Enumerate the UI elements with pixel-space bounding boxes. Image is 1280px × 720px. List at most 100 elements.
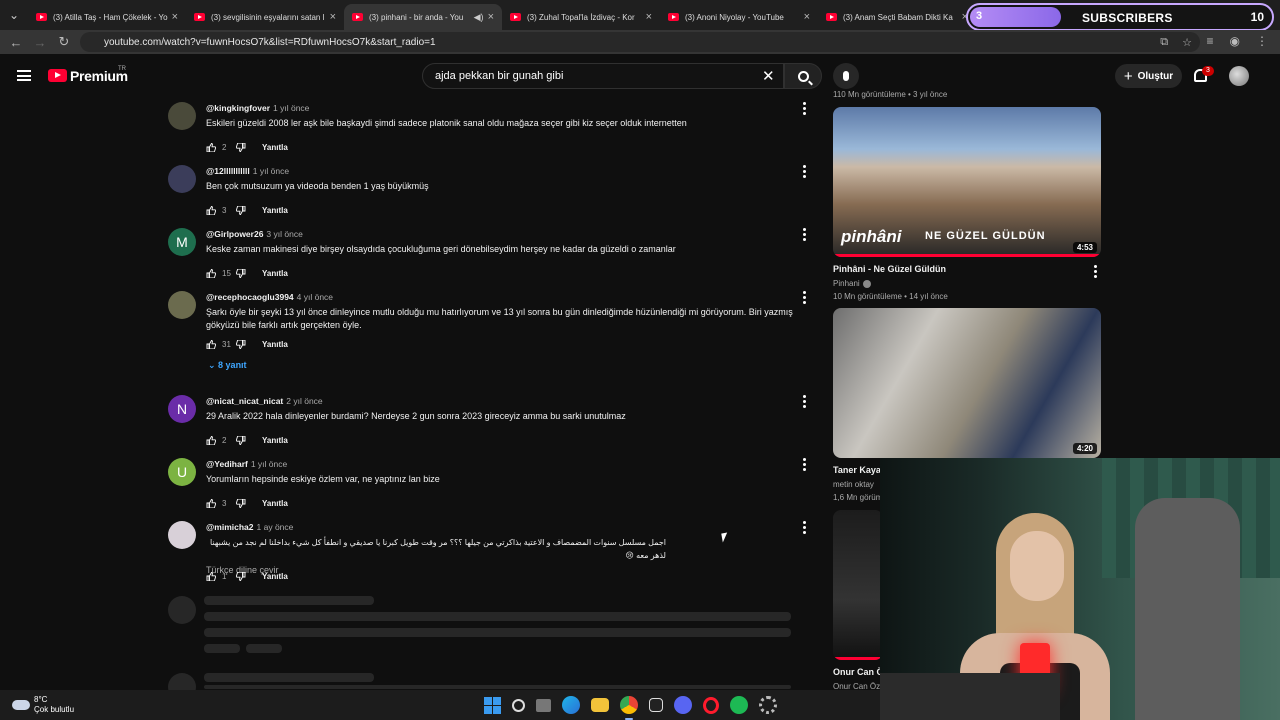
comment-author[interactable]: @12lllllllllll [206,166,250,176]
more-options-icon[interactable] [802,521,806,536]
close-icon[interactable]: × [488,11,494,23]
close-icon[interactable]: × [172,11,178,23]
comment-time[interactable]: 1 yıl önce [251,459,287,469]
close-icon[interactable]: × [646,11,652,23]
reply-button[interactable]: Yanıtla [262,269,288,278]
browser-tab[interactable]: (3) Atilla Taş - Ham Çökelek - Yo × [28,4,186,30]
more-options-icon[interactable] [802,395,806,410]
youtube-logo-icon[interactable] [48,69,67,82]
chrome-icon[interactable] [620,696,638,720]
discord-icon[interactable] [674,696,692,714]
settings-gear-icon[interactable] [759,696,777,714]
edge-icon[interactable] [562,696,580,714]
dislike-icon[interactable] [236,572,246,581]
profile-icon[interactable]: ◉ [1230,34,1240,48]
search-input[interactable]: ajda pekkan bir gunah gibi [422,63,784,89]
comment-time[interactable]: 2 yıl önce [286,396,322,406]
reply-button[interactable]: Yanıtla [262,436,288,445]
install-icon[interactable]: ⧉ [1160,36,1168,49]
more-options-icon[interactable] [1094,265,1098,280]
opera-icon[interactable] [703,696,719,714]
comment-time[interactable]: 4 yıl önce [297,292,333,302]
video-title[interactable]: Pinhâni - Ne Güzel Güldün [833,264,946,274]
weather-widget[interactable]: 8°C Çok bulutlu [12,695,74,715]
reply-button[interactable]: Yanıtla [262,340,288,349]
dislike-icon[interactable] [236,340,246,349]
menu-icon[interactable] [17,70,31,81]
browser-tab[interactable]: (3) Anam Seçti Babam Dikti Ka × [818,4,976,30]
back-icon[interactable]: ← [4,35,28,50]
dislike-icon[interactable] [236,143,246,152]
like-icon[interactable] [206,572,216,581]
more-options-icon[interactable] [802,291,806,306]
avatar[interactable] [1229,66,1249,86]
avatar[interactable] [168,291,196,319]
avatar[interactable] [168,165,196,193]
video-title[interactable]: Onur Can Ö [833,667,884,677]
browser-tab[interactable]: (3) Zuhal Topal'la İzdivaç - Kor × [502,4,660,30]
file-explorer-icon[interactable] [591,698,609,712]
create-button[interactable]: + Oluştur [1115,64,1182,88]
like-icon[interactable] [206,143,216,152]
video-title[interactable]: Taner Kaya [833,465,881,475]
avatar[interactable] [168,102,196,130]
reply-button[interactable]: Yanıtla [262,206,288,215]
like-icon[interactable] [206,499,216,508]
browser-tab[interactable]: (3) Anoni Niyolay - YouTube × [660,4,818,30]
video-thumbnail[interactable]: pinhâni NE GÜZEL GÜLDÜN 4:53 [833,107,1101,257]
like-icon[interactable] [206,436,216,445]
search-button[interactable] [784,63,822,89]
dislike-icon[interactable] [236,499,246,508]
more-options-icon[interactable] [802,165,806,180]
like-icon[interactable] [206,269,216,278]
browser-menu-icon[interactable]: ⋮ [1256,34,1268,48]
speaker-icon[interactable]: ◀) [474,12,484,23]
comment-time[interactable]: 1 yıl önce [273,103,309,113]
search-icon[interactable] [512,698,525,712]
like-icon[interactable] [206,340,216,349]
comment-author[interactable]: @Girlpower26 [206,229,263,239]
more-options-icon[interactable] [802,228,806,243]
reload-icon[interactable]: ↻ [52,34,76,50]
comment-author[interactable]: @recephocaoglu3994 [206,292,294,302]
bookmark-star-icon[interactable]: ☆ [1182,36,1192,49]
forward-icon[interactable]: → [28,35,52,50]
media-control-icon[interactable]: ≡ [1207,34,1214,48]
browser-tab-active[interactable]: (3) pinhani - bir anda - You ◀) × [344,4,502,30]
spotify-icon[interactable] [730,696,748,714]
comment-time[interactable]: 1 yıl önce [253,166,289,176]
avatar[interactable]: U [168,458,196,486]
comment-author[interactable]: @kingkingfover [206,103,270,113]
close-icon[interactable]: × [804,11,810,23]
dislike-icon[interactable] [236,269,246,278]
dislike-icon[interactable] [236,206,246,215]
like-icon[interactable] [206,206,216,215]
video-thumbnail[interactable]: 4:20 [833,308,1101,458]
close-icon[interactable]: × [330,11,336,23]
video-thumbnail[interactable] [833,510,883,660]
comment-time[interactable]: 3 yıl önce [266,229,302,239]
reply-button[interactable]: Yanıtla [262,143,288,152]
browser-tab[interactable]: (3) sevgilisinin eşyalarını satan l × [186,4,344,30]
capcut-icon[interactable] [649,698,663,712]
comment-time[interactable]: 1 ay önce [257,522,294,532]
comment-author[interactable]: @Yediharf [206,459,248,469]
voice-search-button[interactable] [833,63,859,89]
avatar[interactable]: M [168,228,196,256]
task-view-icon[interactable] [536,698,551,712]
comment-author[interactable]: @mimicha2 [206,522,254,532]
reply-button[interactable]: Yanıtla [262,499,288,508]
comment-author[interactable]: @nicat_nicat_nicat [206,396,283,406]
avatar[interactable] [168,521,196,549]
clear-search-icon[interactable]: ✕ [762,67,775,85]
avatar[interactable]: N [168,395,196,423]
view-replies-button[interactable]: ⌄ 8 yanıt [208,360,247,371]
channel-name[interactable]: Pinhani [833,279,871,288]
channel-name[interactable]: metin oktay [833,480,874,489]
more-options-icon[interactable] [802,458,806,473]
address-bar[interactable]: youtube.com/watch?v=fuwnHocsO7k&list=RDf… [80,32,1200,52]
tab-search-icon[interactable]: ⌄ [0,0,28,30]
more-options-icon[interactable] [802,102,806,117]
dislike-icon[interactable] [236,436,246,445]
windows-start-icon[interactable] [484,696,501,714]
